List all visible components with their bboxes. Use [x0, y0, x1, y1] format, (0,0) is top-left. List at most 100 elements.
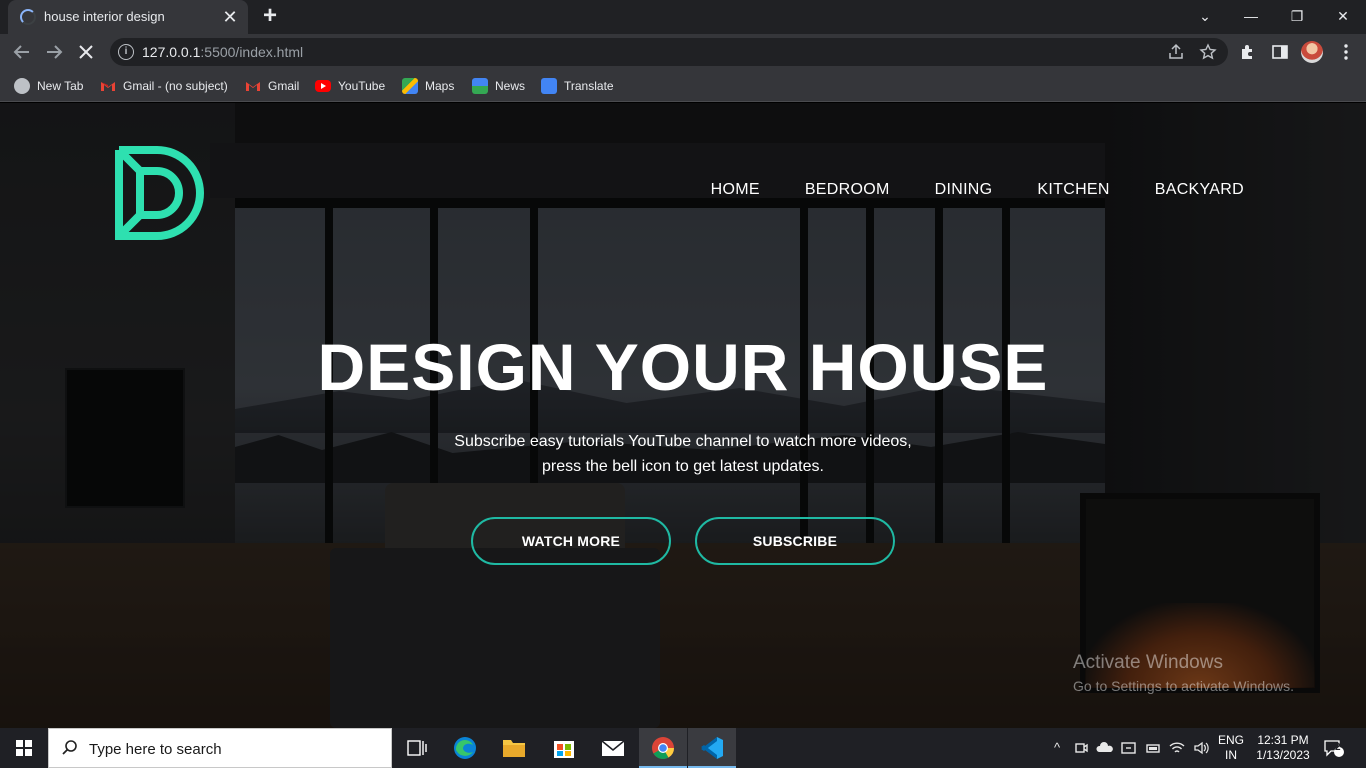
address-bar[interactable]: i 127.0.0.1:5500/index.html	[110, 38, 1228, 66]
watch-more-button[interactable]: WATCH MORE	[471, 517, 671, 565]
back-button[interactable]	[10, 40, 34, 64]
search-icon	[61, 739, 79, 757]
restore-button[interactable]: ❐	[1274, 0, 1320, 34]
forward-button[interactable]	[42, 40, 66, 64]
hero-subtitle: Subscribe easy tutorials YouTube channel…	[0, 429, 1366, 479]
taskbar-file-explorer[interactable]	[490, 728, 538, 768]
new-tab-button[interactable]: +	[258, 4, 282, 29]
close-icon	[79, 45, 93, 59]
taskbar-edge[interactable]	[441, 728, 489, 768]
bookmark-gmail-no-subject[interactable]: Gmail - (no subject)	[100, 76, 228, 96]
bookmark-label: News	[495, 79, 526, 93]
main-nav: HOME BEDROOM DINING KITCHEN BACKYARD	[711, 181, 1244, 199]
browser-toolbar: i 127.0.0.1:5500/index.html	[0, 34, 1366, 70]
hero-subtitle-line-2: press the bell icon to get latest update…	[542, 458, 824, 475]
translate-icon	[541, 78, 557, 94]
hero-subtitle-line-1: Subscribe easy tutorials YouTube channel…	[454, 433, 912, 450]
side-panel-icon[interactable]	[1270, 42, 1290, 62]
taskbar-vscode[interactable]	[688, 728, 736, 768]
loading-spinner-icon	[20, 9, 36, 25]
language-code: ENG	[1217, 733, 1244, 747]
mail-icon	[601, 740, 625, 756]
input-language-indicator[interactable]: ENG IN	[1216, 733, 1246, 763]
watermark-line-2: Go to Settings to activate Windows.	[1073, 678, 1294, 694]
notification-count-badge: 2	[1335, 742, 1341, 753]
site-logo-icon[interactable]	[112, 145, 212, 241]
tab-title: house interior design	[44, 9, 165, 24]
gmail-icon	[100, 78, 116, 94]
onedrive-cloud-icon[interactable]	[1095, 738, 1115, 758]
bookmark-label: Translate	[564, 79, 614, 93]
bookmark-new-tab[interactable]: New Tab	[14, 76, 83, 96]
close-window-button[interactable]: ✕	[1320, 0, 1366, 34]
bookmark-label: Maps	[425, 79, 455, 93]
arrow-left-icon	[13, 45, 29, 59]
taskbar-clock[interactable]: 12:31 PM 1/13/2023	[1252, 733, 1314, 763]
arrow-right-icon	[47, 45, 63, 59]
hero-section: HOME BEDROOM DINING KITCHEN BACKYARD DES…	[0, 103, 1366, 728]
task-view-icon	[407, 740, 427, 756]
subscribe-button[interactable]: SUBSCRIBE	[695, 517, 895, 565]
nav-kitchen[interactable]: KITCHEN	[1037, 181, 1109, 199]
menu-kebab-icon[interactable]	[1336, 42, 1356, 62]
bookmark-label: Gmail - (no subject)	[123, 79, 228, 93]
wifi-icon[interactable]	[1167, 738, 1187, 758]
security-icon[interactable]	[1119, 738, 1139, 758]
url-text: 127.0.0.1:5500/index.html	[142, 44, 304, 60]
battery-icon[interactable]	[1143, 738, 1163, 758]
bookmark-star-icon[interactable]	[1199, 43, 1217, 61]
region-code: IN	[1225, 748, 1237, 762]
notification-center-button[interactable]: 2	[1322, 738, 1344, 758]
start-button[interactable]	[0, 728, 48, 768]
bookmark-maps[interactable]: Maps	[402, 76, 454, 96]
windows-taskbar: Type here to search ^ ENG IN 12:31 PM 1/…	[0, 728, 1366, 768]
bookmark-gmail[interactable]: Gmail	[245, 76, 299, 96]
edge-icon	[454, 737, 476, 759]
bookmark-label: New Tab	[37, 79, 84, 93]
taskbar-mail[interactable]	[589, 728, 637, 768]
bookmark-translate[interactable]: Translate	[541, 76, 614, 96]
browser-tab-active[interactable]: house interior design ✕	[8, 0, 248, 34]
windows-logo-icon	[16, 740, 32, 756]
tab-search-button[interactable]: ⌄	[1182, 0, 1228, 34]
folder-icon	[503, 740, 525, 757]
clock-time: 12:31 PM	[1257, 733, 1309, 747]
minimize-button[interactable]: —	[1228, 0, 1274, 34]
tab-strip: house interior design ✕ + ⌄ — ❐ ✕	[0, 0, 1366, 34]
youtube-icon	[315, 80, 331, 92]
gmail-icon	[245, 78, 261, 94]
bookmarks-bar: New Tab Gmail - (no subject) Gmail YouTu…	[0, 70, 1366, 102]
volume-icon[interactable]	[1191, 738, 1211, 758]
extensions-icon[interactable]	[1238, 42, 1258, 62]
taskbar-search-box[interactable]: Type here to search	[48, 728, 392, 768]
show-hidden-icons-chevron-icon[interactable]: ^	[1047, 738, 1067, 758]
globe-icon	[14, 78, 30, 94]
profile-avatar[interactable]	[1301, 41, 1323, 63]
site-info-icon[interactable]: i	[118, 44, 134, 60]
watermark-line-1: Activate Windows	[1073, 652, 1223, 673]
hero-title: DESIGN YOUR HOUSE	[317, 330, 1049, 404]
meet-now-icon[interactable]	[1071, 738, 1091, 758]
taskbar-chrome[interactable]	[639, 728, 687, 768]
search-placeholder: Type here to search	[89, 741, 222, 758]
nav-home[interactable]: HOME	[711, 181, 760, 199]
task-view-button[interactable]	[392, 728, 440, 768]
vscode-icon	[701, 737, 723, 759]
nav-bedroom[interactable]: BEDROOM	[805, 181, 890, 199]
activate-windows-watermark: Activate Windows Go to Settings to activ…	[1073, 652, 1294, 694]
news-icon	[472, 78, 488, 94]
clock-date: 1/13/2023	[1256, 748, 1310, 762]
stop-loading-button[interactable]	[74, 40, 98, 64]
nav-backyard[interactable]: BACKYARD	[1155, 181, 1244, 199]
bookmark-label: YouTube	[338, 79, 386, 93]
bookmark-news[interactable]: News	[472, 76, 525, 96]
maps-icon	[402, 78, 418, 94]
share-icon[interactable]	[1167, 43, 1185, 61]
bookmark-label: Gmail	[268, 79, 300, 93]
store-icon	[554, 741, 574, 758]
tab-close-icon[interactable]: ✕	[220, 7, 240, 27]
chrome-icon	[652, 737, 674, 759]
bookmark-youtube[interactable]: YouTube	[315, 76, 385, 96]
taskbar-store[interactable]	[540, 728, 588, 768]
nav-dining[interactable]: DINING	[935, 181, 993, 199]
